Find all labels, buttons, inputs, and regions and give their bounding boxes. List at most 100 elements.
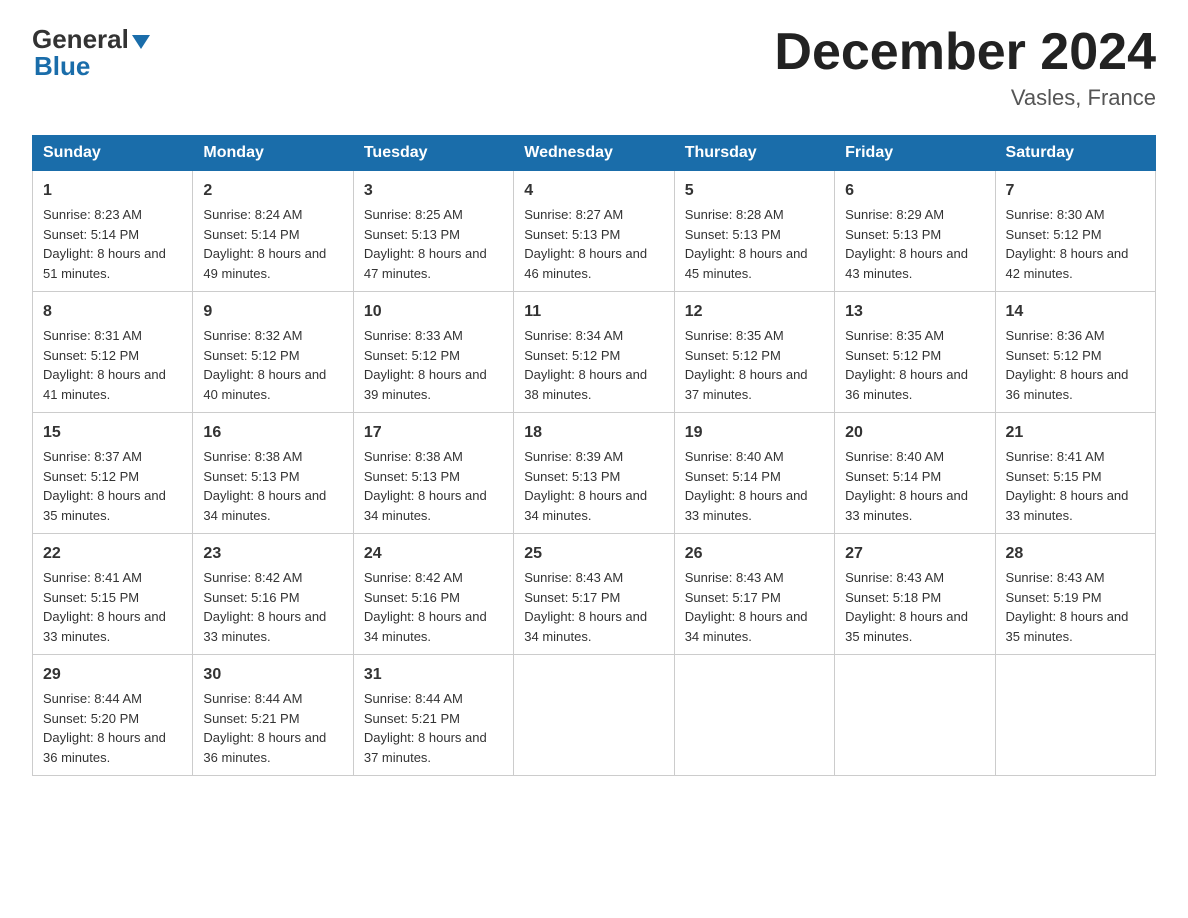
day-number: 26 bbox=[685, 542, 824, 566]
day-number: 21 bbox=[1006, 421, 1145, 445]
day-number: 14 bbox=[1006, 300, 1145, 324]
day-daylight: Daylight: 8 hours and 51 minutes. bbox=[43, 246, 166, 281]
day-sunrise: Sunrise: 8:44 AM bbox=[364, 691, 463, 706]
calendar-day-cell: 7Sunrise: 8:30 AMSunset: 5:12 PMDaylight… bbox=[995, 171, 1155, 292]
day-sunset: Sunset: 5:12 PM bbox=[203, 348, 299, 363]
day-daylight: Daylight: 8 hours and 35 minutes. bbox=[1006, 609, 1129, 644]
day-sunrise: Sunrise: 8:40 AM bbox=[845, 449, 944, 464]
location-label: Vasles, France bbox=[774, 85, 1156, 111]
day-sunset: Sunset: 5:14 PM bbox=[845, 469, 941, 484]
title-area: December 2024 Vasles, France bbox=[774, 24, 1156, 111]
logo: General Blue bbox=[32, 24, 150, 82]
day-sunrise: Sunrise: 8:43 AM bbox=[685, 570, 784, 585]
day-number: 19 bbox=[685, 421, 824, 445]
calendar-day-cell: 26 Sunrise: 8:43 AM Sunset: 5:17 PM Dayligh… bbox=[674, 534, 834, 655]
day-sunset: Sunset: 5:14 PM bbox=[43, 227, 139, 242]
day-daylight: Daylight: 8 hours and 43 minutes. bbox=[845, 246, 968, 281]
day-number: 11 bbox=[524, 300, 663, 324]
calendar-day-cell: 25 Sunrise: 8:43 AM Sunset: 5:17 PM Dayligh… bbox=[514, 534, 674, 655]
day-sunrise: Sunrise: 8:24 AM bbox=[203, 207, 302, 222]
day-number: 13 bbox=[845, 300, 984, 324]
day-sunset: Sunset: 5:20 PM bbox=[43, 711, 139, 726]
day-number: 2 bbox=[203, 179, 342, 203]
page-header: General Blue December 2024 Vasles, Franc… bbox=[32, 24, 1156, 111]
day-of-week-header: Saturday bbox=[995, 136, 1155, 171]
day-number: 24 bbox=[364, 542, 503, 566]
day-number: 8 bbox=[43, 300, 182, 324]
calendar-day-cell: 29Sunrise: 8:44 AMSunset: 5:20 PMDayligh… bbox=[33, 655, 193, 776]
day-number: 17 bbox=[364, 421, 503, 445]
day-sunset: Sunset: 5:12 PM bbox=[43, 469, 139, 484]
calendar-day-cell: 6Sunrise: 8:29 AMSunset: 5:13 PMDaylight… bbox=[835, 171, 995, 292]
day-sunrise: Sunrise: 8:43 AM bbox=[524, 570, 623, 585]
day-sunrise: Sunrise: 8:31 AM bbox=[43, 328, 142, 343]
day-sunrise: Sunrise: 8:23 AM bbox=[43, 207, 142, 222]
day-sunset: Sunset: 5:14 PM bbox=[685, 469, 781, 484]
day-sunset: Sunset: 5:13 PM bbox=[685, 227, 781, 242]
day-daylight: Daylight: 8 hours and 34 minutes. bbox=[685, 609, 808, 644]
calendar-day-cell: 24Sunrise: 8:42 AMSunset: 5:16 PMDayligh… bbox=[353, 534, 513, 655]
day-sunset: Sunset: 5:21 PM bbox=[203, 711, 299, 726]
day-sunrise: Sunrise: 8:29 AM bbox=[845, 207, 944, 222]
day-sunset: Sunset: 5:21 PM bbox=[364, 711, 460, 726]
calendar-day-cell: 20Sunrise: 8:40 AMSunset: 5:14 PMDayligh… bbox=[835, 413, 995, 534]
day-of-week-header: Monday bbox=[193, 136, 353, 171]
calendar-week-row: 22Sunrise: 8:41 AMSunset: 5:15 PMDayligh… bbox=[33, 534, 1156, 655]
day-sunset: Sunset: 5:14 PM bbox=[203, 227, 299, 242]
calendar-day-cell bbox=[674, 655, 834, 776]
day-daylight: Daylight: 8 hours and 33 minutes. bbox=[43, 609, 166, 644]
calendar-day-cell: 12Sunrise: 8:35 AMSunset: 5:12 PMDayligh… bbox=[674, 292, 834, 413]
day-daylight: Daylight: 8 hours and 41 minutes. bbox=[43, 367, 166, 402]
logo-triangle-icon bbox=[132, 35, 150, 49]
day-number: 31 bbox=[364, 663, 503, 687]
day-sunrise: Sunrise: 8:28 AM bbox=[685, 207, 784, 222]
calendar-day-cell: 3Sunrise: 8:25 AMSunset: 5:13 PMDaylight… bbox=[353, 171, 513, 292]
day-sunset: Sunset: 5:17 PM bbox=[685, 590, 781, 605]
day-sunrise: Sunrise: 8:30 AM bbox=[1006, 207, 1105, 222]
day-sunset: Sunset: 5:13 PM bbox=[203, 469, 299, 484]
day-sunset: Sunset: 5:13 PM bbox=[524, 227, 620, 242]
day-sunset: Sunset: 5:19 PM bbox=[1006, 590, 1102, 605]
day-sunrise: Sunrise: 8:35 AM bbox=[845, 328, 944, 343]
day-sunset: Sunset: 5:12 PM bbox=[845, 348, 941, 363]
day-daylight: Daylight: 8 hours and 34 minutes. bbox=[524, 609, 647, 644]
day-sunset: Sunset: 5:12 PM bbox=[685, 348, 781, 363]
day-sunset: Sunset: 5:15 PM bbox=[1006, 469, 1102, 484]
calendar-header-row: SundayMondayTuesdayWednesdayThursdayFrid… bbox=[33, 136, 1156, 171]
day-number: 4 bbox=[524, 179, 663, 203]
day-sunrise: Sunrise: 8:27 AM bbox=[524, 207, 623, 222]
calendar-day-cell: 23Sunrise: 8:42 AMSunset: 5:16 PMDayligh… bbox=[193, 534, 353, 655]
calendar-day-cell: 31 Sunrise: 8:44 AM Sunset: 5:21 PM Dayligh… bbox=[353, 655, 513, 776]
day-sunrise: Sunrise: 8:36 AM bbox=[1006, 328, 1105, 343]
day-daylight: Daylight: 8 hours and 39 minutes. bbox=[364, 367, 487, 402]
calendar-day-cell: 16Sunrise: 8:38 AMSunset: 5:13 PMDayligh… bbox=[193, 413, 353, 534]
day-sunrise: Sunrise: 8:37 AM bbox=[43, 449, 142, 464]
day-sunrise: Sunrise: 8:41 AM bbox=[1006, 449, 1105, 464]
day-sunrise: Sunrise: 8:39 AM bbox=[524, 449, 623, 464]
day-number: 18 bbox=[524, 421, 663, 445]
calendar-day-cell: 21Sunrise: 8:41 AMSunset: 5:15 PMDayligh… bbox=[995, 413, 1155, 534]
calendar-day-cell bbox=[514, 655, 674, 776]
day-sunset: Sunset: 5:17 PM bbox=[524, 590, 620, 605]
day-daylight: Daylight: 8 hours and 36 minutes. bbox=[43, 730, 166, 765]
calendar-day-cell: 22Sunrise: 8:41 AMSunset: 5:15 PMDayligh… bbox=[33, 534, 193, 655]
day-sunrise: Sunrise: 8:35 AM bbox=[685, 328, 784, 343]
day-of-week-header: Friday bbox=[835, 136, 995, 171]
day-sunset: Sunset: 5:12 PM bbox=[43, 348, 139, 363]
day-sunset: Sunset: 5:16 PM bbox=[203, 590, 299, 605]
day-daylight: Daylight: 8 hours and 34 minutes. bbox=[524, 488, 647, 523]
day-number: 15 bbox=[43, 421, 182, 445]
calendar-day-cell bbox=[995, 655, 1155, 776]
day-number: 22 bbox=[43, 542, 182, 566]
day-number: 25 bbox=[524, 542, 663, 566]
day-daylight: Daylight: 8 hours and 36 minutes. bbox=[1006, 367, 1129, 402]
day-sunrise: Sunrise: 8:44 AM bbox=[43, 691, 142, 706]
logo-blue-text: Blue bbox=[32, 51, 150, 82]
day-daylight: Daylight: 8 hours and 35 minutes. bbox=[43, 488, 166, 523]
day-sunrise: Sunrise: 8:40 AM bbox=[685, 449, 784, 464]
day-number: 23 bbox=[203, 542, 342, 566]
day-daylight: Daylight: 8 hours and 37 minutes. bbox=[364, 730, 487, 765]
day-sunset: Sunset: 5:13 PM bbox=[845, 227, 941, 242]
day-daylight: Daylight: 8 hours and 33 minutes. bbox=[845, 488, 968, 523]
day-of-week-header: Wednesday bbox=[514, 136, 674, 171]
